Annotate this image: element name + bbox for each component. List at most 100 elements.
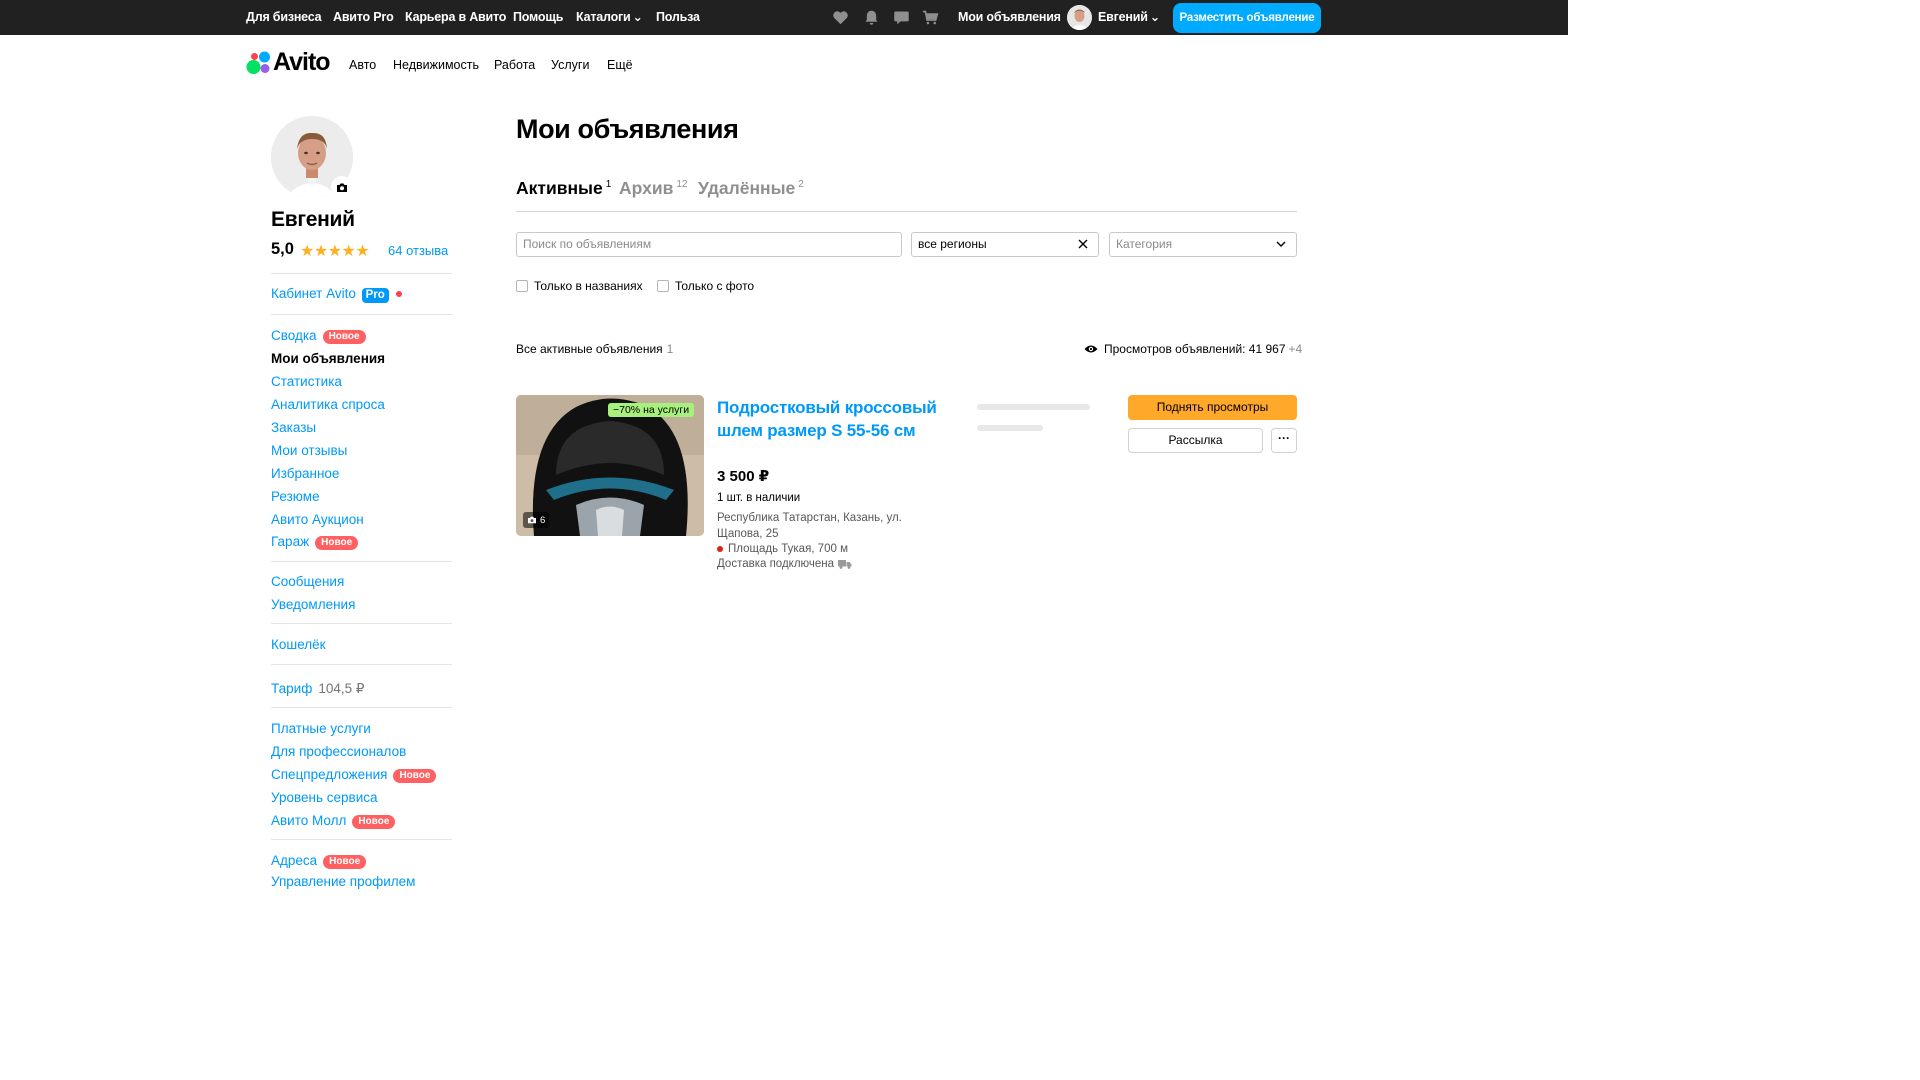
tab-active[interactable]: Активные 1 <box>516 178 611 199</box>
all-active-count: 1 <box>666 342 674 356</box>
eye-icon <box>1084 345 1098 353</box>
avito-logo[interactable]: Avito <box>246 48 338 76</box>
logo-dots-icon <box>246 51 270 74</box>
divider <box>271 839 452 840</box>
divider <box>271 273 452 274</box>
bell-icon[interactable] <box>863 9 880 26</box>
tabs-divider <box>516 211 1297 212</box>
divider <box>271 707 452 708</box>
topbar-user-menu[interactable]: Евгений ⌄ <box>1098 0 1160 35</box>
sidebar-item-tariff[interactable]: Тариф 104,5 ₽ <box>271 681 364 697</box>
discount-badge: −70% на услуги <box>608 403 695 417</box>
all-active-ads: Все активные объявления 1 <box>516 342 673 356</box>
sidebar-item-special-offers[interactable]: Спецпредложения Новое <box>271 767 437 783</box>
listing-price: 3 500 ₽ <box>717 468 770 485</box>
sidebar-item-label: Гараж <box>271 534 310 549</box>
topbar-link-catalogs[interactable]: Каталоги ⌄ <box>576 0 643 35</box>
tab-label: Активные <box>516 178 603 198</box>
sidebar-item-label: Авито Молл <box>271 813 347 828</box>
checkbox-box[interactable] <box>657 280 669 292</box>
tab-label: Удалённые <box>698 178 796 198</box>
header-nav-jobs[interactable]: Работа <box>494 58 535 72</box>
tab-count: 1 <box>605 179 612 190</box>
sidebar-item-cabinet-pro[interactable]: Кабинет Avito Pro <box>271 286 389 303</box>
sidebar-item-wallet[interactable]: Кошелёк <box>271 637 326 652</box>
sidebar-item-profile-management[interactable]: Управление профилем <box>271 874 415 889</box>
sidebar-item-statistics[interactable]: Статистика <box>271 374 342 389</box>
sidebar-item-garage[interactable]: Гараж Новое <box>271 534 359 550</box>
sidebar-item-label: Адреса <box>271 853 318 868</box>
close-icon[interactable] <box>1078 239 1088 249</box>
rating-value: 5,0 <box>271 240 294 258</box>
topbar-link-help[interactable]: Помощь <box>513 0 563 35</box>
listing-address: Республика Татарстан, Казань, ул. Щапова… <box>717 512 902 540</box>
mailing-button[interactable]: Рассылка <box>1128 428 1263 453</box>
sidebar-item-service-level[interactable]: Уровень сервиса <box>271 790 378 805</box>
logo-text: Avito <box>273 48 331 76</box>
listing-metro: Площадь Тукая, 700 м <box>717 543 848 555</box>
only-photo-checkbox[interactable]: Только с фото <box>657 279 754 293</box>
reviews-link[interactable]: 64 отзыва <box>388 243 448 258</box>
chat-icon[interactable] <box>893 9 910 26</box>
new-badge: Новое <box>315 536 359 550</box>
listing-title[interactable]: Подростковый кроссовый шлем размер S 55-… <box>717 396 937 442</box>
checkbox-box[interactable] <box>516 280 528 292</box>
sidebar-item-messages[interactable]: Сообщения <box>271 574 344 589</box>
loading-placeholder <box>977 425 1043 431</box>
sidebar-item-resume[interactable]: Резюме <box>271 489 320 504</box>
sidebar-item-avito-mall[interactable]: Авито Молл Новое <box>271 813 396 829</box>
header-nav-more[interactable]: Ещё <box>607 58 633 72</box>
sidebar-item-addresses[interactable]: Адреса Новое <box>271 853 367 869</box>
loading-placeholder <box>977 404 1090 410</box>
header-nav-auto[interactable]: Авто <box>349 58 376 72</box>
region-select[interactable]: все регионы <box>911 232 1099 257</box>
user-name: Евгений <box>1098 10 1148 24</box>
metro-icon <box>717 546 723 552</box>
sidebar-item-paid-services[interactable]: Платные услуги <box>271 721 371 736</box>
camera-icon[interactable] <box>331 176 353 198</box>
avatar[interactable] <box>1067 5 1092 30</box>
delivery-label: Доставка подключена <box>717 558 835 570</box>
sidebar-item-notifications[interactable]: Уведомления <box>271 597 355 612</box>
divider <box>271 314 452 315</box>
sidebar-item-my-reviews[interactable]: Мои отзывы <box>271 443 347 458</box>
camera-icon <box>528 516 536 524</box>
listing-stock: 1 шт. в наличии <box>717 492 801 504</box>
chevron-down-icon: ⌄ <box>1149 10 1160 24</box>
sidebar-item-my-ads[interactable]: Мои объявления <box>271 351 385 366</box>
sidebar-item-auction[interactable]: Авито Аукцион <box>271 512 364 527</box>
post-ad-button[interactable]: Разместить объявление <box>1173 3 1321 33</box>
sidebar-item-demand-analytics[interactable]: Аналитика спроса <box>271 397 385 412</box>
topbar-link-avito-pro[interactable]: Авито Pro <box>333 0 394 35</box>
profile-name: Евгений <box>271 208 355 231</box>
sidebar-item-label: Спецпредложения <box>271 767 388 782</box>
tab-deleted[interactable]: Удалённые 2 <box>698 178 804 199</box>
catalogs-label: Каталоги <box>576 10 631 24</box>
topbar-link-benefit[interactable]: Польза <box>656 0 700 35</box>
sidebar-item-orders[interactable]: Заказы <box>271 420 316 435</box>
views-label: Просмотров объявлений: 41 967 <box>1104 342 1286 356</box>
divider <box>271 561 452 562</box>
topbar-link-business[interactable]: Для бизнеса <box>246 0 322 35</box>
more-options-button[interactable]: ··· <box>1271 428 1297 453</box>
top-bar: Для бизнеса Авито Pro Карьера в Авито По… <box>0 0 1568 35</box>
header-nav-services[interactable]: Услуги <box>551 58 589 72</box>
raise-views-button[interactable]: Поднять просмотры <box>1128 395 1297 420</box>
header-nav-realty[interactable]: Недвижимость <box>393 58 479 72</box>
search-input[interactable]: Поиск по объявлениям <box>516 232 902 257</box>
cart-icon[interactable] <box>922 9 939 26</box>
metro-label: Площадь Тукая, 700 м <box>728 543 848 555</box>
only-titles-checkbox[interactable]: Только в названиях <box>516 279 643 293</box>
region-value: все регионы <box>918 237 987 251</box>
sidebar-item-for-pros[interactable]: Для профессионалов <box>271 744 406 759</box>
pro-badge: Pro <box>361 288 389 303</box>
user-photo <box>1067 5 1092 30</box>
topbar-link-career[interactable]: Карьера в Авито <box>405 0 506 35</box>
heart-icon[interactable] <box>832 9 849 26</box>
topbar-my-ads[interactable]: Мои объявления <box>958 0 1061 35</box>
new-badge: Новое <box>393 769 437 783</box>
category-select[interactable]: Категория <box>1109 232 1297 257</box>
tab-archive[interactable]: Архив 12 <box>619 178 687 199</box>
sidebar-item-favorites[interactable]: Избранное <box>271 466 339 481</box>
sidebar-item-summary[interactable]: Сводка Новое <box>271 328 366 344</box>
